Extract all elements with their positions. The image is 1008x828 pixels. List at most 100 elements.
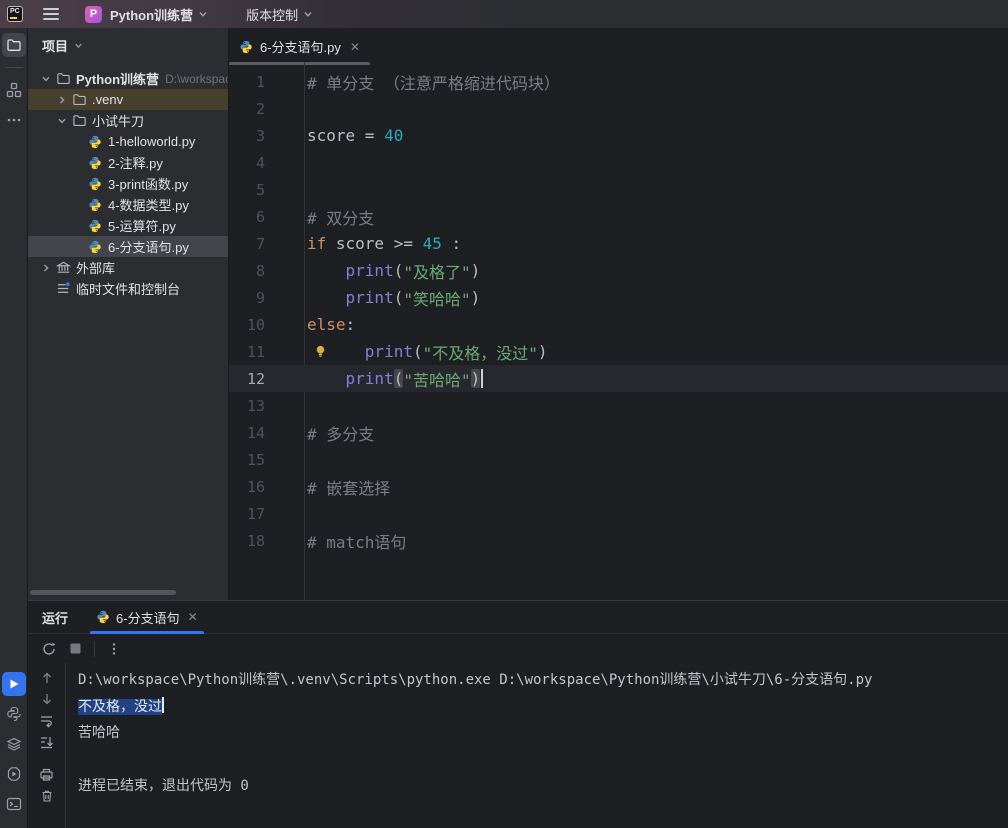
line-number[interactable]: 10 [229,316,265,334]
tree-item[interactable]: 5-运算符.py [28,215,228,236]
line-number[interactable]: 7 [229,235,265,253]
line-number[interactable]: 12 [229,370,265,388]
code-line[interactable]: 16 # 嵌套选择 [229,473,1008,500]
more-tool-windows-button[interactable] [2,108,26,132]
lightbulb-icon[interactable] [313,344,328,359]
console-line[interactable] [78,747,1008,774]
line-number[interactable]: 13 [229,397,265,415]
profiler-button[interactable] [2,762,26,786]
console-line[interactable]: 不及格，没过 [78,694,1008,721]
project-tool-button[interactable] [1,33,26,57]
console-line[interactable]: 苦哈哈 [78,720,1008,747]
stripe-separator [4,67,23,68]
project-panel-header[interactable]: 项目 [28,28,228,62]
line-number[interactable]: 5 [229,181,265,199]
more-options-button[interactable] [107,642,121,656]
code-token-plain: : [345,315,356,334]
chevron-down-icon[interactable] [57,116,67,126]
chevron-down-icon[interactable] [198,9,208,19]
arrow-up-icon [42,672,51,683]
console-output[interactable]: D:\workspace\Python训练营\.venv\Scripts\pyt… [66,663,1008,828]
stop-button[interactable] [69,642,82,655]
services-button[interactable] [2,732,26,756]
tree-item[interactable]: 小试牛刀 [28,110,228,131]
project-badge[interactable]: P [85,5,102,23]
line-number[interactable]: 6 [229,208,265,226]
code-line[interactable]: 14 # 多分支 [229,419,1008,446]
vcs-widget-label[interactable]: 版本控制 [246,5,298,24]
close-icon[interactable]: ✕ [350,40,360,54]
code-token-comment: # 双分支 [307,208,375,228]
python-icon [97,610,109,624]
clear-all-button[interactable] [40,789,54,803]
tree-item[interactable]: 4-数据类型.py [28,194,228,215]
code-line[interactable]: 17 [229,500,1008,527]
code-area[interactable]: 1 # 单分支 （注意严格缩进代码块） 2 3 score = 40 4 5 6 # 双分支 7 i… [229,62,1008,600]
line-number[interactable]: 4 [229,154,265,172]
print-button[interactable] [39,767,54,782]
rerun-button[interactable] [41,641,57,657]
tree-item[interactable]: 外部库 [28,257,228,278]
code-line[interactable]: 13 [229,392,1008,419]
line-number[interactable]: 3 [229,127,265,145]
line-number[interactable]: 16 [229,478,265,496]
code-line[interactable]: 4 [229,149,1008,176]
tree-item[interactable]: 3-print函数.py [28,173,228,194]
code-line[interactable]: 10 else: [229,311,1008,338]
code-line[interactable]: 6 # 双分支 [229,203,1008,230]
scroll-to-end-button[interactable] [39,735,54,750]
code-line[interactable]: 9 print("笑哈哈") [229,284,1008,311]
code-line[interactable]: 18 # match语句 [229,527,1008,554]
chevron-right-icon[interactable] [41,263,51,273]
code-line[interactable]: 12 print("苦哈哈") [229,365,1008,392]
line-number[interactable]: 1 [229,73,265,91]
tree-item[interactable]: 1-helloworld.py [28,131,228,152]
chevron-down-icon[interactable] [41,74,51,84]
tree-item[interactable]: 2-注释.py [28,152,228,173]
code-line[interactable]: 1 # 单分支 （注意严格缩进代码块） [229,68,1008,95]
line-number[interactable]: 15 [229,451,265,469]
python-console-button[interactable] [2,702,26,726]
line-number[interactable]: 8 [229,262,265,280]
soft-wrap-button[interactable] [39,713,54,728]
tree-item[interactable]: 临时文件和控制台 [28,278,228,299]
tree-item[interactable]: Python训练营 D:\workspace\P [28,68,228,89]
code-line[interactable]: 5 [229,176,1008,203]
selected-text: 不及格，没过 [78,698,162,715]
line-number[interactable]: 11 [229,343,265,361]
line-number[interactable]: 17 [229,505,265,523]
line-number[interactable]: 18 [229,532,265,550]
code-line[interactable]: 11 print("不及格，没过") [229,338,1008,365]
horizontal-scrollbar[interactable] [30,590,176,595]
scroll-down-button[interactable] [40,692,54,706]
code-line[interactable]: 7 if score >= 45 : [229,230,1008,257]
scroll-up-button[interactable] [40,671,54,685]
tree-item-label: 6-分支语句.py [108,240,189,255]
chevron-right-icon[interactable] [57,95,67,105]
chevron-down-icon[interactable] [303,9,313,19]
run-tool-button[interactable] [1,672,26,696]
tree-item[interactable]: .venv [28,89,228,110]
line-number[interactable]: 14 [229,424,265,442]
run-tab[interactable]: 6-分支语句 ✕ [90,601,204,634]
editor-tab[interactable]: 6-分支语句.py ✕ [229,31,370,65]
tree-item-label: 4-数据类型.py [108,198,189,213]
console-line[interactable]: D:\workspace\Python训练营\.venv\Scripts\pyt… [78,667,1008,694]
project-name-label[interactable]: Python训练营 [110,5,193,24]
console-text: 进程已结束，退出代码为 0 [78,778,249,794]
line-number[interactable]: 2 [229,100,265,118]
tree-item-label: 1-helloworld.py [108,134,196,149]
close-icon[interactable]: ✕ [188,610,198,624]
terminal-button[interactable] [2,792,26,816]
code-line[interactable]: 3 score = 40 [229,122,1008,149]
python-file-icon [89,240,101,253]
line-number[interactable]: 9 [229,289,265,307]
code-line[interactable]: 15 [229,446,1008,473]
structure-tool-button[interactable] [2,78,26,102]
console-line[interactable]: 进程已结束，退出代码为 0 [78,773,1008,800]
code-line[interactable]: 2 [229,95,1008,122]
tree-item[interactable]: 6-分支语句.py [28,236,228,257]
main-menu-icon[interactable] [43,8,59,20]
services-icon [6,737,21,751]
code-line[interactable]: 8 print("及格了") [229,257,1008,284]
